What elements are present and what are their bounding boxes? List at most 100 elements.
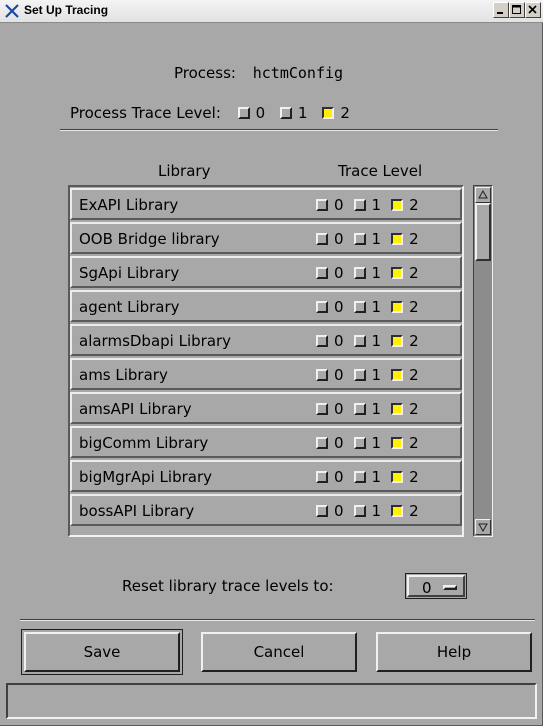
library-row[interactable]: OOB Bridge library 0 1 2 (70, 222, 462, 254)
checkbox-icon (353, 471, 366, 483)
library-level-2[interactable]: 2 (391, 468, 419, 486)
library-name: bigMgrApi Library (79, 468, 213, 486)
checked-checkbox-icon (391, 301, 404, 313)
process-trace-label: Process Trace Level: (70, 104, 221, 122)
library-trace-options: 012 (316, 332, 429, 350)
library-level-1[interactable]: 1 (353, 230, 381, 248)
scroll-down-button[interactable] (475, 519, 491, 535)
library-level-2[interactable]: 2 (391, 298, 419, 316)
library-level-0[interactable]: 0 (316, 468, 344, 486)
library-level-0[interactable]: 0 (316, 332, 344, 350)
option-menu-indicator-icon (443, 585, 457, 590)
library-level-0[interactable]: 0 (316, 196, 344, 214)
library-name: agent Library (79, 298, 180, 316)
library-row[interactable]: agent Library 0 1 2 (70, 290, 462, 322)
minimize-button[interactable] (493, 2, 509, 18)
library-level-2[interactable]: 2 (391, 434, 419, 452)
library-row[interactable]: ExAPI Library 0 1 2 (70, 188, 462, 220)
library-level-0[interactable]: 0 (316, 264, 344, 282)
vertical-scrollbar[interactable] (473, 185, 493, 537)
library-row[interactable]: bossAPI Library 0 1 2 (70, 494, 462, 526)
library-level-1[interactable]: 1 (353, 332, 381, 350)
library-level-0[interactable]: 0 (316, 502, 344, 520)
maximize-icon (512, 5, 521, 14)
library-level-1[interactable]: 1 (353, 400, 381, 418)
checked-checkbox-icon (391, 403, 404, 415)
process-level-2[interactable]: 2 (322, 104, 350, 122)
checked-checkbox-icon (322, 107, 335, 119)
checkbox-icon (316, 471, 328, 483)
checkbox-icon (316, 233, 328, 245)
reset-level-menu[interactable]: 0 (405, 573, 467, 599)
library-row[interactable]: amsAPI Library 0 1 2 (70, 392, 462, 424)
library-level-2[interactable]: 2 (391, 502, 419, 520)
close-icon (528, 5, 537, 14)
window-title: Set Up Tracing (24, 3, 109, 17)
reset-label: Reset library trace levels to: (122, 577, 334, 595)
save-button[interactable]: Save (21, 629, 183, 675)
title-bar[interactable]: Set Up Tracing (0, 0, 543, 23)
process-level-0[interactable]: 0 (237, 104, 265, 122)
arrow-down-icon (478, 523, 488, 533)
process-trace-level: Process Trace Level: 0 1 2 (70, 104, 360, 122)
scroll-thumb[interactable] (475, 203, 491, 261)
close-button[interactable] (525, 2, 541, 18)
reset-level-value: 0 (422, 579, 432, 597)
library-level-2[interactable]: 2 (391, 230, 419, 248)
library-name: ams Library (79, 366, 168, 384)
help-button[interactable]: Help (376, 632, 532, 672)
library-level-2[interactable]: 2 (391, 196, 419, 214)
library-name: alarmsDbapi Library (79, 332, 232, 350)
checked-checkbox-icon (391, 369, 404, 381)
library-row[interactable]: SgApi Library 0 1 2 (70, 256, 462, 288)
library-row[interactable]: bigMgrApi Library 0 1 2 (70, 460, 462, 492)
library-level-1[interactable]: 1 (353, 196, 381, 214)
library-level-1[interactable]: 1 (353, 264, 381, 282)
library-name: bossAPI Library (79, 502, 195, 520)
cancel-button[interactable]: Cancel (201, 632, 357, 672)
library-level-1[interactable]: 1 (353, 468, 381, 486)
checkbox-icon (353, 233, 366, 245)
library-trace-options: 012 (316, 434, 429, 452)
library-trace-options: 012 (316, 400, 429, 418)
process-level-1[interactable]: 1 (280, 104, 308, 122)
library-trace-options: 012 (316, 298, 429, 316)
library-row[interactable]: ams Library 0 1 2 (70, 358, 462, 390)
library-level-0[interactable]: 0 (316, 400, 344, 418)
library-level-1[interactable]: 1 (353, 434, 381, 452)
set-up-tracing-window: Set Up Tracing Process: hctmConfig Proce… (0, 0, 543, 726)
status-bar (6, 683, 537, 719)
library-level-2[interactable]: 2 (391, 264, 419, 282)
library-row[interactable]: bigComm Library 0 1 2 (70, 426, 462, 458)
library-level-2[interactable]: 2 (391, 332, 419, 350)
checkbox-icon (353, 301, 366, 313)
library-name: OOB Bridge library (79, 230, 220, 248)
checked-checkbox-icon (391, 505, 404, 517)
library-level-0[interactable]: 0 (316, 230, 344, 248)
library-level-2[interactable]: 2 (391, 366, 419, 384)
library-level-1[interactable]: 1 (353, 366, 381, 384)
checkbox-icon (316, 267, 328, 279)
library-level-0[interactable]: 0 (316, 366, 344, 384)
arrow-up-icon (478, 189, 488, 199)
library-name: amsAPI Library (79, 400, 192, 418)
library-trace-options: 012 (316, 196, 429, 214)
library-level-1[interactable]: 1 (353, 502, 381, 520)
library-level-0[interactable]: 0 (316, 434, 344, 452)
checked-checkbox-icon (391, 471, 404, 483)
library-level-0[interactable]: 0 (316, 298, 344, 316)
library-level-1[interactable]: 1 (353, 298, 381, 316)
checkbox-icon (353, 403, 366, 415)
checkbox-icon (316, 505, 328, 517)
scroll-up-button[interactable] (475, 187, 491, 203)
button-divider (20, 619, 535, 621)
checkbox-icon (316, 403, 328, 415)
library-trace-options: 012 (316, 502, 429, 520)
process-label: Process: (174, 64, 236, 82)
library-row[interactable]: alarmsDbapi Library 0 1 2 (70, 324, 462, 356)
library-level-2[interactable]: 2 (391, 400, 419, 418)
maximize-button[interactable] (509, 2, 525, 18)
trace-level-column-header: Trace Level (338, 162, 423, 180)
checked-checkbox-icon (391, 335, 404, 347)
library-trace-options: 012 (316, 366, 429, 384)
